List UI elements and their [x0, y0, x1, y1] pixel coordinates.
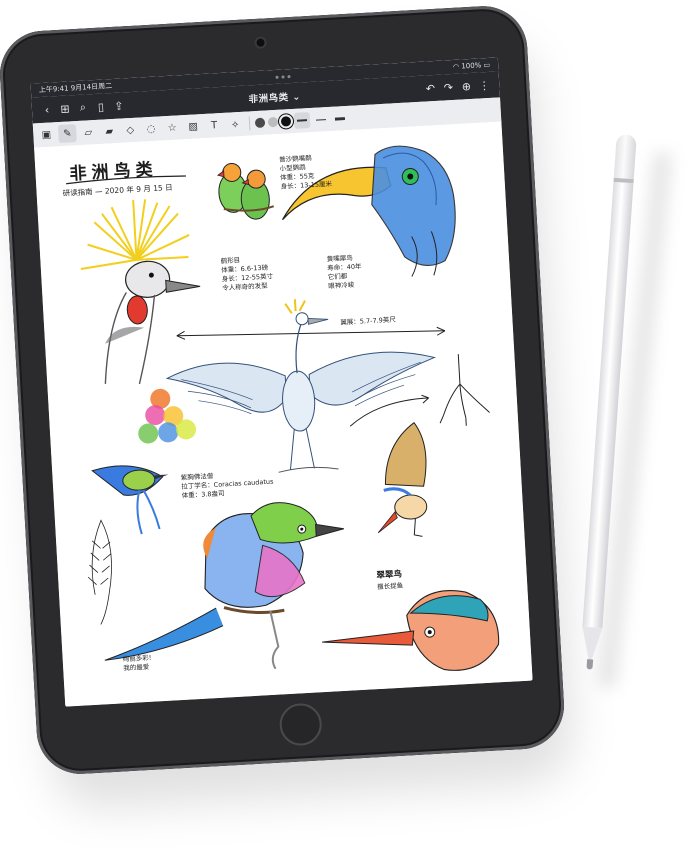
crowned-crane-drawing [80, 199, 201, 385]
kingfisher-small-drawing [377, 421, 428, 537]
pencil-cap [613, 133, 637, 182]
multitasking-dots[interactable] [273, 74, 291, 79]
hornbill-notes: 黄嘴犀鸟 寿命：40年 它们都 眼神冷峻 [326, 253, 362, 291]
line-width-thick[interactable] [331, 110, 348, 127]
wifi-icon: ◠ [452, 62, 460, 71]
crane-notes: 鹤形目 体重：6.6-13磅 身长：12-55英寸 令人称奇的发型 [220, 256, 274, 293]
front-camera [256, 38, 265, 47]
lilac-breasted-roller-large-drawing [104, 502, 344, 670]
bookmark-icon[interactable]: ▯ [91, 97, 110, 116]
laser-pointer-icon[interactable]: ⟡ [226, 115, 245, 134]
image-tool-icon[interactable]: ▨ [184, 117, 203, 136]
status-date: 9月14日周二 [70, 82, 113, 93]
status-battery: 100% [461, 61, 482, 71]
roller-notes: 紫胸佛法僧 拉丁学名：Coracias caudatus 体重：3.8盎司 [180, 471, 274, 500]
pen-tool-icon[interactable]: ✎ [57, 124, 77, 144]
color-swatch-black[interactable] [280, 116, 292, 127]
undo-icon[interactable]: ↶ [421, 79, 440, 98]
sticker-tool-icon[interactable]: ☆ [163, 118, 182, 137]
bird-claw-drawing [439, 354, 490, 426]
read-mode-icon[interactable]: ▣ [37, 125, 56, 144]
lovebirds-drawing [217, 162, 275, 220]
add-page-icon[interactable]: ⊕ [457, 77, 476, 96]
highlighter-tool-icon[interactable]: ▰ [100, 122, 119, 141]
eraser-tool-icon[interactable]: ▱ [79, 123, 98, 142]
text-tool-icon[interactable]: T [205, 116, 224, 135]
shapes-tool-icon[interactable]: ◇ [121, 121, 140, 140]
pencil-nib [586, 659, 594, 670]
share-icon[interactable]: ⇪ [109, 96, 128, 115]
line-width-medium[interactable] [293, 112, 311, 129]
search-icon[interactable]: ⌕ [73, 98, 92, 117]
grid-icon[interactable]: ⊞ [55, 99, 74, 118]
more-icon[interactable]: ⋮ [475, 76, 494, 95]
ipad-device: 上午9:41 9月14日周二 ◠ 100% ▭ ‹ ⊞ ⌕ ▯ ⇪ 非洲鸟类 ⌄… [0, 3, 567, 777]
toolbar-divider [248, 116, 251, 131]
bird-illustrations [66, 145, 500, 671]
back-icon[interactable]: ‹ [37, 100, 56, 119]
kingfisher-title: 翠翠鸟 [376, 569, 403, 582]
note-heading: 非洲鸟类 [69, 159, 159, 185]
ipad-screen: 上午9:41 9月14日周二 ◠ 100% ▭ ‹ ⊞ ⌕ ▯ ⇪ 非洲鸟类 ⌄… [30, 57, 533, 707]
line-width-thin[interactable] [313, 111, 330, 128]
status-time: 上午9:41 [38, 84, 69, 95]
lovebird-notes: 普沙鹦嘴鹬 小型鹦鹉 体重：55克 身长：13-15厘米 [278, 153, 333, 191]
color-swatch-dark-gray[interactable] [254, 117, 266, 129]
note-canvas[interactable]: 非洲鸟类 研读指南 — 2020 年 9 月 15 日 普沙鹦嘴鹬 小型鹦鹉 体… [34, 121, 533, 707]
colorful-note: 绚丽多彩! 我的最爱 [122, 653, 152, 673]
redo-icon[interactable]: ↷ [439, 78, 458, 97]
home-button[interactable] [278, 702, 323, 747]
kingfisher-large-drawing [322, 589, 500, 671]
kingfisher-note: 擅长捉鱼 [376, 581, 404, 591]
color-swatch-light-gray[interactable] [267, 116, 279, 128]
document-title: 非洲鸟类 [248, 92, 289, 106]
color-palette-blobs [138, 388, 197, 444]
lasso-tool-icon[interactable]: ◌ [142, 119, 161, 138]
battery-icon: ▭ [483, 60, 491, 70]
feather-drawing [87, 519, 112, 625]
chevron-down-icon: ⌄ [292, 91, 302, 103]
